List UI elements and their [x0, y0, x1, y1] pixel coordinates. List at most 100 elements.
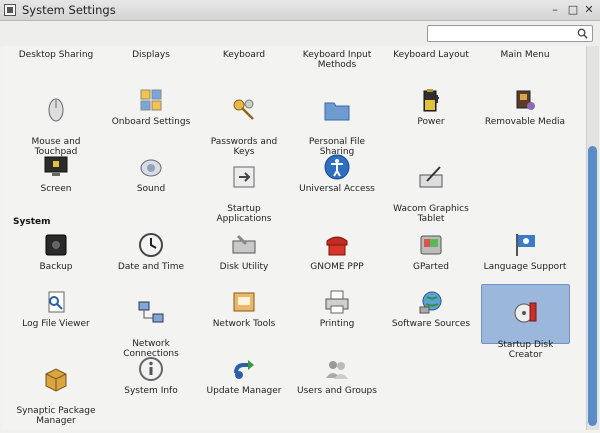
item-label: Startup Disk Creator: [497, 340, 554, 360]
item-label: Removable Media: [484, 117, 566, 127]
item-network-connections[interactable]: Network Connections: [106, 288, 196, 359]
item-startup-disk-creator[interactable]: Startup Disk Creator: [481, 284, 570, 360]
item-date-time[interactable]: Date and Time: [106, 231, 196, 272]
scrollbar-thumb[interactable]: [588, 146, 597, 426]
package-icon: [45, 368, 67, 392]
item-label: Synaptic Package Manager: [16, 406, 96, 426]
printer-icon: [325, 290, 349, 314]
item-label: Universal Access: [299, 184, 375, 194]
item-label: Printing: [319, 319, 355, 329]
section-heading-system: System: [13, 217, 51, 227]
app-window-icon: [4, 4, 16, 16]
item-label: System Info: [124, 386, 178, 396]
item-label: Backup: [39, 262, 73, 272]
item-label: Main Menu: [500, 50, 550, 60]
item-label: Keyboard: [222, 50, 266, 60]
accessibility-icon: [324, 154, 350, 180]
users-icon: [326, 361, 348, 379]
search-icon[interactable]: [577, 28, 588, 39]
item-disk-utility[interactable]: Disk Utility: [199, 231, 289, 272]
item-backup[interactable]: Backup: [11, 231, 101, 272]
item-universal-access[interactable]: Universal Access: [292, 153, 382, 194]
maximize-button[interactable]: □: [566, 3, 580, 17]
item-system-info[interactable]: System Info: [106, 355, 196, 396]
item-displays[interactable]: Displays: [106, 50, 196, 60]
flag-icon: [516, 234, 535, 256]
item-software-sources[interactable]: Software Sources: [386, 288, 476, 329]
mouse-icon: [48, 98, 64, 122]
item-label: GParted: [413, 262, 449, 272]
item-startup-applications[interactable]: Startup Applications: [199, 153, 289, 224]
globe-icon: [419, 291, 442, 314]
item-label: Power: [417, 117, 445, 127]
item-desktop-sharing[interactable]: Desktop Sharing: [11, 50, 101, 60]
item-label: Onboard Settings: [111, 117, 191, 127]
item-label: Software Sources: [391, 319, 471, 329]
disk-icon: [232, 234, 256, 254]
battery-icon: [423, 89, 439, 112]
phone-icon: [326, 236, 348, 256]
item-label: Update Manager: [206, 386, 282, 396]
close-button[interactable]: ✕: [582, 3, 596, 17]
item-removable-media[interactable]: Removable Media: [480, 86, 570, 127]
info-icon: [139, 357, 163, 381]
safe-icon: [45, 234, 67, 256]
item-screen[interactable]: Screen: [11, 153, 101, 194]
item-sound[interactable]: Sound: [106, 153, 196, 194]
item-label: Language Support: [483, 262, 567, 272]
item-main-menu[interactable]: Main Menu: [480, 50, 570, 60]
item-keyboard[interactable]: Keyboard: [199, 50, 289, 60]
toolbar: [0, 21, 600, 46]
item-label: Disk Utility: [219, 262, 269, 272]
speaker-icon: [140, 159, 162, 177]
item-passwords-keys[interactable]: Passwords and Keys: [199, 86, 289, 157]
screen-lock-icon: [44, 156, 68, 176]
onboard-icon: [140, 89, 162, 111]
item-log-file-viewer[interactable]: Log File Viewer: [11, 288, 101, 329]
clock-icon: [139, 233, 163, 257]
folder-icon: [324, 102, 350, 121]
item-power[interactable]: Power: [386, 86, 476, 127]
item-label: Sound: [136, 184, 166, 194]
item-onboard-settings[interactable]: Onboard Settings: [106, 86, 196, 127]
item-label: Log File Viewer: [22, 319, 90, 329]
item-label: Keyboard Input Methods: [302, 50, 372, 70]
item-label: Date and Time: [117, 262, 185, 272]
item-wacom-tablet[interactable]: Wacom Graphics Tablet: [386, 153, 476, 224]
item-label: Keyboard Layout: [393, 50, 469, 60]
item-mouse-touchpad[interactable]: Mouse and Touchpad: [11, 86, 101, 157]
log-icon: [48, 291, 65, 313]
tablet-icon: [419, 166, 443, 188]
item-label: Wacom Graphics Tablet: [393, 204, 469, 224]
keys-icon: [233, 99, 254, 120]
item-users-groups[interactable]: Users and Groups: [292, 355, 382, 396]
item-language-support[interactable]: Language Support: [480, 231, 570, 272]
title-bar: System Settings – □ ✕: [0, 0, 600, 21]
media-icon: [516, 90, 535, 110]
window-title: System Settings: [22, 3, 116, 17]
item-label: Network Tools: [212, 319, 276, 329]
item-personal-file-sharing[interactable]: Personal File Sharing: [292, 86, 382, 157]
gparted-icon: [420, 235, 442, 255]
item-printing[interactable]: Printing: [292, 288, 382, 329]
item-label: Users and Groups: [297, 386, 377, 396]
item-update-manager[interactable]: Update Manager: [199, 355, 289, 396]
update-icon: [234, 360, 254, 379]
network-tools-icon: [233, 292, 255, 312]
item-label: Screen: [40, 184, 72, 194]
item-label: Desktop Sharing: [18, 50, 94, 60]
network-icon: [138, 301, 164, 323]
item-label: Startup Applications: [216, 204, 272, 224]
scrollbar[interactable]: [586, 46, 599, 430]
item-gnome-ppp[interactable]: GNOME PPP: [292, 231, 382, 272]
minimize-button[interactable]: –: [548, 3, 562, 17]
item-keyboard-input-methods[interactable]: Keyboard Input Methods: [292, 50, 382, 70]
item-synaptic[interactable]: Synaptic Package Manager: [11, 355, 101, 426]
item-label: Displays: [132, 50, 170, 60]
item-network-tools[interactable]: Network Tools: [199, 288, 289, 329]
startup-icon: [233, 166, 255, 188]
disk-creator-icon: [514, 302, 536, 323]
item-gparted[interactable]: GParted: [386, 231, 476, 272]
search-input[interactable]: [427, 25, 593, 42]
item-keyboard-layout[interactable]: Keyboard Layout: [386, 50, 476, 60]
